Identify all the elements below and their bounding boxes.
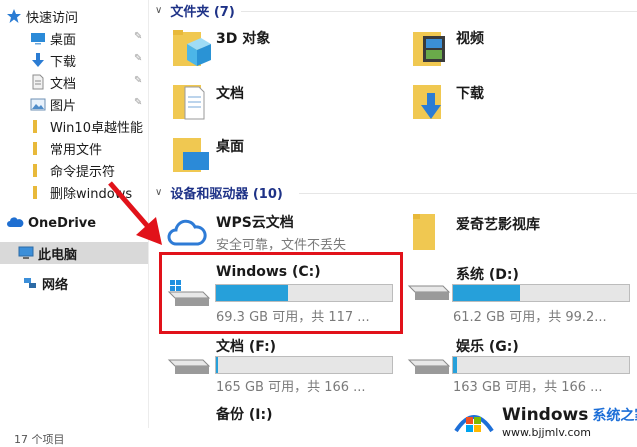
drive-usage-bar xyxy=(452,284,630,302)
drive-free-space: 61.2 GB 可用，共 99.2... xyxy=(453,310,607,325)
videos-folder-icon xyxy=(413,32,445,66)
folder-tile-downloads[interactable]: 下载 xyxy=(411,75,631,125)
drive-free-space: 165 GB 可用，共 166 ... xyxy=(216,380,366,395)
nav-network[interactable]: 网络 xyxy=(22,272,148,294)
group-divider xyxy=(241,11,637,12)
chevron-down-icon: ∨ xyxy=(155,4,163,16)
documents-folder-icon xyxy=(173,85,205,120)
item-count: 17 个项目 xyxy=(14,433,65,446)
nav-item-desktop[interactable]: 桌面 ✎ xyxy=(30,27,148,49)
iqiyi-name: 爱奇艺影视库 xyxy=(456,217,540,233)
desktop-icon xyxy=(30,30,46,46)
nav-quick-access-label: 快速访问 xyxy=(26,10,79,26)
iqiyi-folder-icon xyxy=(413,214,435,250)
folder-tile-documents[interactable]: 文档 xyxy=(171,75,391,125)
watermark-title-en: Windows xyxy=(502,405,589,425)
3d-objects-folder-icon xyxy=(173,30,211,66)
folder-icon xyxy=(30,184,46,200)
pin-icon[interactable]: ✎ xyxy=(134,76,144,86)
watermark-title-cn: 系统之家 xyxy=(592,408,637,424)
nav-item-pictures[interactable]: 图片 ✎ xyxy=(30,93,148,115)
windows-logo-icon xyxy=(454,415,494,433)
drive-name: 娱乐 (G:) xyxy=(456,339,519,355)
drive-usage-fill xyxy=(453,357,457,373)
nav-item-label: 桌面 xyxy=(50,32,77,48)
nav-onedrive-label: OneDrive xyxy=(28,215,97,231)
hard-drive-icon xyxy=(407,285,451,300)
highlight-box xyxy=(159,252,403,334)
hard-drive-icon xyxy=(167,359,211,374)
folder-name: 文档 xyxy=(216,86,244,102)
red-arrow-annotation xyxy=(108,181,162,245)
folders-header-label: 文件夹 (7) xyxy=(170,4,235,20)
drive-tile-i[interactable]: 备份 (I:) xyxy=(167,398,397,428)
folder-name: 桌面 xyxy=(216,139,244,155)
devices-group-header[interactable]: ∨ 设备和驱动器 (10) xyxy=(155,182,283,202)
watermark-title: Windows系统之家 xyxy=(502,405,637,425)
iqiyi-library-tile[interactable]: 爱奇艺影视库 xyxy=(411,208,631,256)
devices-header-label: 设备和驱动器 (10) xyxy=(170,186,283,202)
folder-name: 3D 对象 xyxy=(216,31,271,47)
pin-icon[interactable]: ✎ xyxy=(134,98,144,108)
drive-name: 系统 (D:) xyxy=(456,267,519,283)
folder-name: 视频 xyxy=(456,31,484,47)
nav-item-downloads[interactable]: 下载 ✎ xyxy=(30,49,148,71)
pin-icon[interactable]: ✎ xyxy=(134,32,144,42)
nav-item-label: 下载 xyxy=(50,54,77,70)
site-watermark: Windows系统之家 www.bjjmlv.com xyxy=(444,393,637,446)
hard-drive-icon xyxy=(407,359,451,374)
folder-tile-3d-objects[interactable]: 3D 对象 xyxy=(171,22,391,72)
group-divider xyxy=(299,193,637,194)
drive-usage-fill xyxy=(216,357,218,373)
nav-item-label: 常用文件 xyxy=(50,142,103,158)
pin-icon[interactable]: ✎ xyxy=(134,54,144,64)
folder-icon xyxy=(30,162,46,178)
wps-cloud-tile[interactable]: WPS云文档 安全可靠，文件不丢失 xyxy=(167,208,397,256)
computer-icon xyxy=(18,245,34,261)
wps-name: WPS云文档 xyxy=(216,215,294,231)
nav-this-pc-label: 此电脑 xyxy=(38,247,78,263)
folders-group-header[interactable]: ∨ 文件夹 (7) xyxy=(155,0,235,20)
drive-tile-g[interactable]: 娱乐 (G:) 163 GB 可用，共 166 ... xyxy=(407,332,637,402)
folder-icon xyxy=(30,118,46,134)
drive-tile-d[interactable]: 系统 (D:) 61.2 GB 可用，共 99.2... xyxy=(407,258,637,328)
drive-usage-fill xyxy=(453,285,520,301)
drive-name: 备份 (I:) xyxy=(216,407,273,423)
folder-name: 下载 xyxy=(456,86,484,102)
cloud-icon xyxy=(6,215,24,231)
pictures-icon xyxy=(30,96,46,112)
watermark-url: www.bjjmlv.com xyxy=(502,426,591,439)
network-icon xyxy=(22,275,38,291)
desktop-folder-icon xyxy=(173,138,209,172)
nav-item-documents[interactable]: 文档 ✎ xyxy=(30,71,148,93)
document-icon xyxy=(30,74,46,90)
drive-usage-bar xyxy=(215,356,393,374)
folder-tile-videos[interactable]: 视频 xyxy=(411,22,631,72)
downloads-folder-icon xyxy=(413,85,441,119)
wps-cloud-icon xyxy=(167,219,207,246)
nav-quick-access[interactable]: 快速访问 xyxy=(6,5,148,27)
drive-name: 文档 (F:) xyxy=(216,339,277,355)
folder-icon xyxy=(30,140,46,156)
nav-item-win10-performance[interactable]: Win10卓越性能 xyxy=(30,115,148,137)
nav-item-label: Win10卓越性能 xyxy=(50,120,143,136)
nav-item-label: 文档 xyxy=(50,76,77,92)
download-arrow-icon xyxy=(30,52,46,68)
drive-usage-bar xyxy=(452,356,630,374)
nav-network-label: 网络 xyxy=(42,277,69,293)
wps-subtitle: 安全可靠，文件不丢失 xyxy=(216,238,347,253)
content-pane: ∨ 文件夹 (7) 3D 对象 视频 文档 下载 桌面 ∨ 设备和驱动器 (10… xyxy=(149,0,637,428)
star-icon xyxy=(6,8,22,24)
nav-item-label: 图片 xyxy=(50,98,77,114)
nav-item-common-files[interactable]: 常用文件 xyxy=(30,137,148,159)
drive-tile-f[interactable]: 文档 (F:) 165 GB 可用，共 166 ... xyxy=(167,332,397,402)
folder-tile-desktop[interactable]: 桌面 xyxy=(171,128,391,178)
